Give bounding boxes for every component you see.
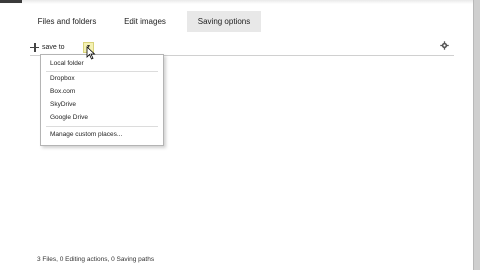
save-to-menu: Local folder Dropbox Box.com SkyDrive Go… xyxy=(40,54,164,146)
tab-edit-images[interactable]: Edit images xyxy=(116,11,174,32)
menu-separator xyxy=(46,126,158,127)
tab-files-and-folders[interactable]: Files and folders xyxy=(32,11,102,32)
menu-item-google-drive[interactable]: Google Drive xyxy=(50,114,88,121)
gear-icon[interactable] xyxy=(440,41,449,50)
app-icon xyxy=(0,0,22,3)
menu-item-local-folder[interactable]: Local folder xyxy=(50,60,84,67)
save-to-button[interactable]: save to xyxy=(30,40,65,54)
menu-item-skydrive[interactable]: SkyDrive xyxy=(50,101,76,108)
tab-saving-options[interactable]: Saving options xyxy=(187,11,261,32)
menu-separator xyxy=(46,71,158,72)
status-bar-text: 3 Files, 0 Editing actions, 0 Saving pat… xyxy=(37,256,155,263)
title-bar-shadow xyxy=(0,0,480,4)
window-border xyxy=(473,0,480,270)
menu-item-manage-custom-places[interactable]: Manage custom places... xyxy=(50,131,122,138)
menu-item-box[interactable]: Box.com xyxy=(50,88,75,95)
plus-icon xyxy=(30,42,39,52)
mouse-cursor-icon xyxy=(86,46,96,60)
menu-item-dropbox[interactable]: Dropbox xyxy=(50,75,75,82)
save-to-label: save to xyxy=(42,43,65,51)
